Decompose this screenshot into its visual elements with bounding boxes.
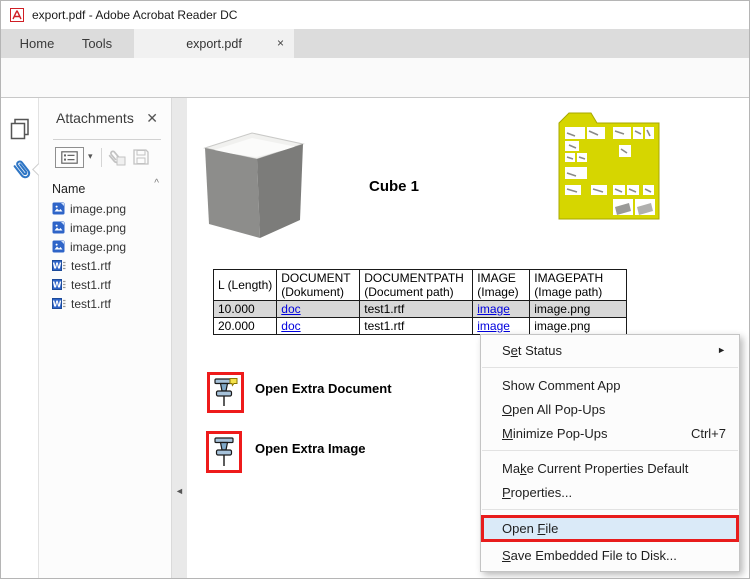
menu-item-minimize-popups[interactable]: Minimize Pop-Ups Ctrl+7 xyxy=(481,421,739,445)
submenu-arrow-icon: ► xyxy=(717,345,726,355)
image-file-icon xyxy=(52,240,65,253)
annotation-label: Open Extra Document xyxy=(255,381,392,396)
annotation-label: Open Extra Image xyxy=(255,441,366,456)
main-toolbar: 1 / 1 xyxy=(1,58,750,98)
cube-image xyxy=(201,128,307,240)
menu-separator xyxy=(482,509,738,510)
tab-tools[interactable]: Tools xyxy=(69,29,125,58)
menu-separator xyxy=(482,450,738,451)
save-attachment-icon xyxy=(132,148,150,171)
attachment-row[interactable]: image.png xyxy=(39,237,171,256)
image-file-icon xyxy=(52,221,65,234)
imagepath-value: image.png xyxy=(530,318,627,335)
length-value: 20.000 xyxy=(214,318,277,335)
tab-home[interactable]: Home xyxy=(9,29,65,58)
rtf-file-icon: W xyxy=(52,297,66,310)
attachment-row[interactable]: W test1.rtf xyxy=(39,275,171,294)
attachments-paperclip-icon[interactable] xyxy=(10,156,34,189)
table-row: 10.000 doc test1.rtf image image.png xyxy=(214,301,627,318)
table-header-row: L (Length) DOCUMENT(Dokument) DOCUMENTPA… xyxy=(214,270,627,301)
col-documentpath: DOCUMENTPATH(Document path) xyxy=(360,270,473,301)
attachment-name: test1.rtf xyxy=(71,278,111,292)
menu-item-properties[interactable]: Properties... xyxy=(481,480,739,504)
col-image: IMAGE(Image) xyxy=(473,270,530,301)
layout-thumbnail-image xyxy=(557,111,661,221)
page-thumbnails-icon[interactable] xyxy=(10,118,30,145)
attachment-row[interactable]: W test1.rtf xyxy=(39,256,171,275)
image-link[interactable]: image xyxy=(477,319,510,333)
rtf-file-icon: W xyxy=(52,278,66,291)
menu-item-open-all-popups[interactable]: Open All Pop-Ups xyxy=(481,397,739,421)
col-length: L (Length) xyxy=(214,270,277,301)
attachment-row[interactable]: image.png xyxy=(39,199,171,218)
context-menu: Set Status ► Show Comment App Open All P… xyxy=(480,334,740,572)
document-heading: Cube 1 xyxy=(369,178,419,195)
attachment-name: image.png xyxy=(70,202,126,216)
doc-link[interactable]: doc xyxy=(281,319,300,333)
acrobat-logo-icon xyxy=(10,8,24,22)
tab-document-label: export.pdf xyxy=(186,37,242,51)
panel-toolbar-separator xyxy=(101,148,102,167)
attachment-annotation-document[interactable] xyxy=(207,372,244,413)
pushpin-icon xyxy=(212,377,239,409)
attachment-name: image.png xyxy=(70,221,126,235)
options-menu-button[interactable] xyxy=(55,147,84,168)
attachment-name: image.png xyxy=(70,240,126,254)
svg-text:W: W xyxy=(53,300,62,309)
attachment-row[interactable]: image.png xyxy=(39,218,171,237)
image-link[interactable]: image xyxy=(477,302,510,316)
imagepath-value: image.png xyxy=(530,301,627,318)
documentpath-value: test1.rtf xyxy=(360,301,473,318)
menu-separator xyxy=(482,367,738,368)
col-document: DOCUMENT(Dokument) xyxy=(277,270,360,301)
window-title: export.pdf - Adobe Acrobat Reader DC xyxy=(32,8,237,22)
svg-text:W: W xyxy=(53,262,62,271)
options-caret-icon[interactable]: ▾ xyxy=(88,151,93,162)
documentpath-value: test1.rtf xyxy=(360,318,473,335)
properties-table: L (Length) DOCUMENT(Dokument) DOCUMENTPA… xyxy=(213,269,627,335)
col-imagepath: IMAGEPATH(Image path) xyxy=(530,270,627,301)
attachment-annotation-image[interactable] xyxy=(206,431,242,473)
image-file-icon xyxy=(52,202,65,215)
doc-link[interactable]: doc xyxy=(281,302,300,316)
attachment-name: test1.rtf xyxy=(71,259,111,273)
menu-item-set-status[interactable]: Set Status ► xyxy=(481,338,739,362)
menu-item-show-comment-app[interactable]: Show Comment App xyxy=(481,373,739,397)
menu-item-make-current-properties-default[interactable]: Make Current Properties Default xyxy=(481,456,739,480)
menu-shortcut: Ctrl+7 xyxy=(691,426,726,441)
collapse-panel-icon[interactable]: ◄ xyxy=(175,486,184,496)
tab-bar: Home Tools export.pdf × xyxy=(1,29,750,58)
attachment-name: test1.rtf xyxy=(71,297,111,311)
panel-close-icon[interactable]: ✕ xyxy=(146,110,158,127)
table-row: 20.000 doc test1.rtf image image.png xyxy=(214,318,627,335)
tab-close-icon[interactable]: × xyxy=(277,36,284,50)
menu-item-open-file[interactable]: Open File xyxy=(481,515,739,542)
attachment-row[interactable]: W test1.rtf xyxy=(39,294,171,313)
rtf-file-icon: W xyxy=(52,259,66,272)
attachments-panel: Attachments ✕ ▾ Name ^ image.png image.p… xyxy=(39,98,171,579)
name-column-header[interactable]: Name xyxy=(52,182,85,196)
sort-ascending-icon[interactable]: ^ xyxy=(154,178,159,189)
acrobat-window: export.pdf - Adobe Acrobat Reader DC Hom… xyxy=(0,0,750,579)
svg-text:W: W xyxy=(53,281,62,290)
title-bar: export.pdf - Adobe Acrobat Reader DC xyxy=(1,1,750,29)
attachments-list: image.png image.png image.png W test1.rt… xyxy=(39,199,171,313)
menu-item-save-embedded-file[interactable]: Save Embedded File to Disk... xyxy=(481,543,739,567)
pushpin-icon xyxy=(212,436,237,469)
panel-resize-divider[interactable]: ◄ xyxy=(171,98,187,579)
length-value: 10.000 xyxy=(214,301,277,318)
open-attachment-icon xyxy=(105,148,127,172)
panel-divider xyxy=(53,139,161,140)
tab-document[interactable]: export.pdf × xyxy=(134,29,294,58)
attachments-panel-title: Attachments xyxy=(56,110,134,126)
